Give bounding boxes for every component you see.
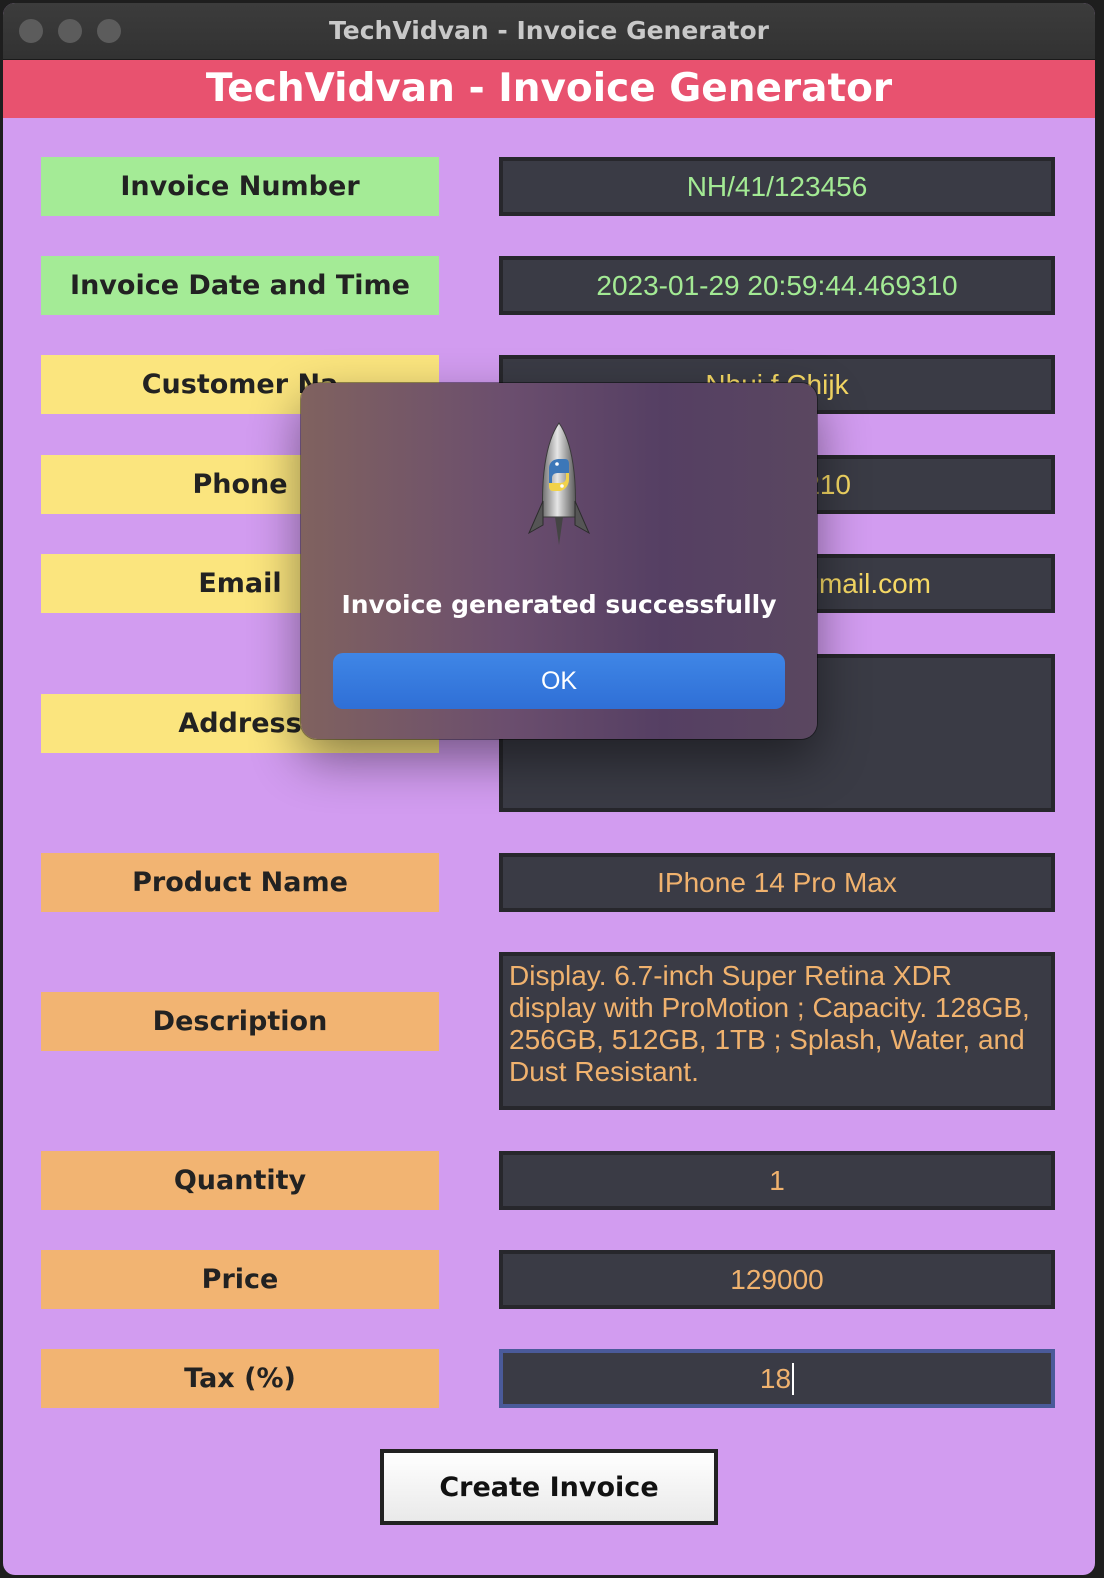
python-rocket-icon <box>527 422 591 545</box>
app-banner: TechVidvan - Invoice Generator <box>3 60 1095 118</box>
tax-label: Tax (%) <box>41 1349 439 1408</box>
quantity-field[interactable]: 1 <box>499 1151 1055 1210</box>
ok-button[interactable]: OK <box>333 653 785 709</box>
window-title: TechVidvan - Invoice Generator <box>329 16 769 45</box>
product-name-label: Product Name <box>41 853 439 912</box>
product-name-field[interactable]: IPhone 14 Pro Max <box>499 853 1055 912</box>
app-window: TechVidvan - Invoice Generator TechVidva… <box>3 3 1095 1575</box>
price-field[interactable]: 129000 <box>499 1250 1055 1309</box>
create-invoice-button[interactable]: Create Invoice <box>380 1449 718 1525</box>
title-bar: TechVidvan - Invoice Generator <box>3 3 1095 60</box>
invoice-datetime-label: Invoice Date and Time <box>41 256 439 315</box>
alert-message: Invoice generated successfully <box>341 590 777 619</box>
invoice-number-field[interactable]: NH/41/123456 <box>499 157 1055 216</box>
description-field[interactable]: Display. 6.7-inch Super Retina XDR displ… <box>499 952 1055 1110</box>
tax-field[interactable]: 18 <box>499 1349 1055 1408</box>
price-label: Price <box>41 1250 439 1309</box>
invoice-datetime-field[interactable]: 2023-01-29 20:59:44.469310 <box>499 256 1055 315</box>
success-alert-dialog: Invoice generated successfully OK <box>301 383 817 739</box>
text-caret <box>792 1362 795 1395</box>
description-label: Description <box>41 992 439 1051</box>
invoice-number-label: Invoice Number <box>41 157 439 216</box>
tax-value: 18 <box>759 1362 792 1394</box>
quantity-label: Quantity <box>41 1151 439 1210</box>
